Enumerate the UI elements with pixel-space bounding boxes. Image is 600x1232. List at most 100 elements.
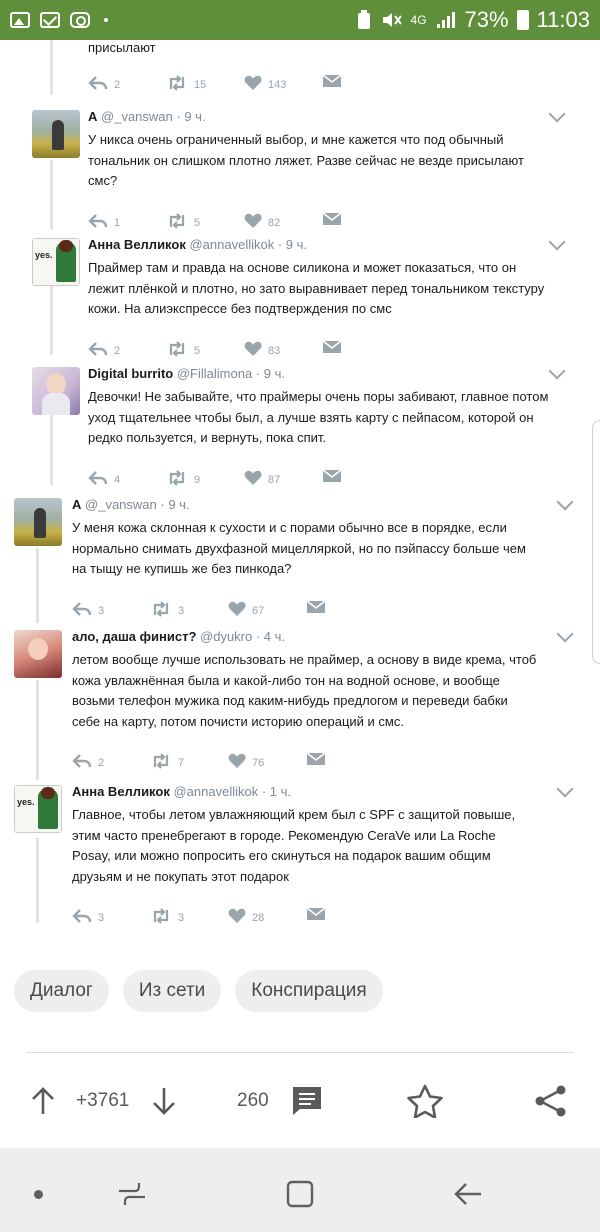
author-name[interactable]: ало, даша финист? [72,629,196,644]
signal-icon [436,12,455,28]
retweet-button[interactable]: 5 [166,337,244,357]
tag-list: Диалог Из сети Конспирация [14,970,383,1012]
like-button[interactable]: 28 [228,904,306,924]
reply-button[interactable]: 1 [88,209,166,229]
share-button[interactable] [534,1076,568,1126]
like-button[interactable]: 143 [244,71,322,91]
tweet-text-line: У никса очень ограниченный выбор, и мне … [88,132,504,147]
tag-from-web[interactable]: Из сети [122,970,222,1012]
reply-button[interactable]: 3 [72,597,150,617]
scroll-indicator[interactable] [592,420,600,664]
dm-button[interactable] [322,468,342,484]
tweet-text-line: кожа увлажнённая была и какой-либо тон н… [72,672,500,688]
avatar[interactable] [14,630,62,678]
avatar-sign: yes. [35,250,53,260]
star-icon [407,1084,443,1118]
heart-icon [244,75,262,90]
author-handle[interactable]: @annavellikok [189,237,274,252]
dm-button[interactable] [306,906,326,922]
author-handle[interactable]: @annavellikok [173,784,258,799]
tweet[interactable]: Digital burrito @Fillalimona · 9 ч. Девоч… [0,357,600,487]
like-button[interactable]: 83 [244,337,322,357]
tweet[interactable]: А @_vanswan · 9 ч. У меня кожа склонная к… [0,488,600,618]
dm-button[interactable] [322,73,342,89]
chevron-down-icon[interactable] [548,233,566,251]
author-name[interactable]: А [88,109,97,124]
tweet-text: Праймер там и правда на основе силикона … [88,258,544,320]
author-handle[interactable]: @_vanswan [85,497,157,512]
like-count: 28 [252,912,265,924]
arrow-down-icon [153,1088,175,1115]
retweet-count: 5 [194,216,201,229]
back-button[interactable] [446,1172,490,1216]
reply-button[interactable]: 4 [88,466,166,486]
like-count: 76 [252,757,265,769]
comment-icon [293,1087,321,1115]
reply-button[interactable]: 2 [88,337,166,357]
retweet-button[interactable]: 9 [166,466,244,486]
avatar[interactable] [32,110,80,158]
reply-button[interactable]: 2 [88,71,166,91]
tweet-time: · 1 ч. [261,784,292,799]
envelope-icon [322,74,342,87]
retweet-icon [169,340,185,357]
home-button[interactable] [278,1172,322,1216]
battery-icon [516,10,529,30]
author-name[interactable]: Анна Велликок [72,784,170,799]
downvote-button[interactable] [151,1076,177,1126]
tweet-actions: 2 7 76 [72,746,326,772]
reply-button[interactable]: 2 [72,749,150,769]
like-button[interactable]: 82 [244,209,322,229]
like-button[interactable]: 67 [228,597,306,617]
battery-percent: 73% [464,7,509,32]
avatar[interactable] [32,367,80,415]
comments-button[interactable] [290,1076,324,1126]
upvote-button[interactable] [30,1076,56,1126]
author-handle[interactable]: @_vanswan [101,109,173,124]
chevron-down-icon[interactable] [556,780,574,798]
heart-icon [244,341,262,356]
chevron-down-icon[interactable] [548,362,566,380]
chevron-down-icon[interactable] [548,105,566,123]
reply-icon [72,754,92,768]
author-handle[interactable]: @dyukro [200,629,252,644]
tweet[interactable]: yes. Анна Велликок @annavellikok · 9 ч. Пр… [0,228,600,358]
nav-dot-button[interactable] [16,1172,60,1216]
like-button[interactable]: 87 [244,466,322,486]
tweet[interactable]: yes. Анна Велликок @annavellikok · 1 ч. Гл… [0,775,600,924]
tweet-time: · 9 ч. [277,237,308,252]
avatar[interactable]: yes. [32,238,80,286]
retweet-button[interactable]: 3 [150,904,228,924]
avatar[interactable] [14,498,62,546]
thread-line [50,40,53,95]
like-button[interactable]: 76 [228,749,306,769]
retweet-button[interactable]: 7 [150,749,228,769]
author-name[interactable]: Digital burrito [88,366,173,381]
author-name[interactable]: А [72,497,81,512]
like-count: 67 [252,604,265,617]
recent-apps-button[interactable] [110,1172,154,1216]
author-name[interactable]: Анна Велликок [88,237,186,252]
reply-button[interactable]: 3 [72,904,150,924]
dm-button[interactable] [306,599,326,615]
dm-button[interactable] [322,211,342,227]
reply-count: 1 [114,216,121,229]
tweet[interactable]: ало, даша финист? @dyukro · 4 ч. летом во… [0,620,600,769]
tag-conspiracy[interactable]: Конспирация [235,970,383,1012]
tweet-text-line: Девочки! Не забывайте, что праймеры очен… [88,389,549,404]
reply-count: 3 [98,912,105,924]
tag-dialog[interactable]: Диалог [14,970,109,1012]
dm-button[interactable] [306,751,326,767]
chevron-down-icon[interactable] [556,625,574,643]
author-handle[interactable]: @Fillalimona [177,366,252,381]
tweet-header: Анна Велликок @annavellikok · 1 ч. [72,784,291,799]
tweet[interactable]: А @_vanswan · 9 ч. У никса очень ограниче… [0,100,600,230]
dm-button[interactable] [322,339,342,355]
favorite-button[interactable] [407,1076,443,1126]
chevron-down-icon[interactable] [556,493,574,511]
avatar[interactable]: yes. [14,785,62,833]
heart-icon [228,753,246,768]
retweet-button[interactable]: 15 [166,71,244,91]
retweet-button[interactable]: 3 [150,597,228,617]
retweet-button[interactable]: 5 [166,209,244,229]
